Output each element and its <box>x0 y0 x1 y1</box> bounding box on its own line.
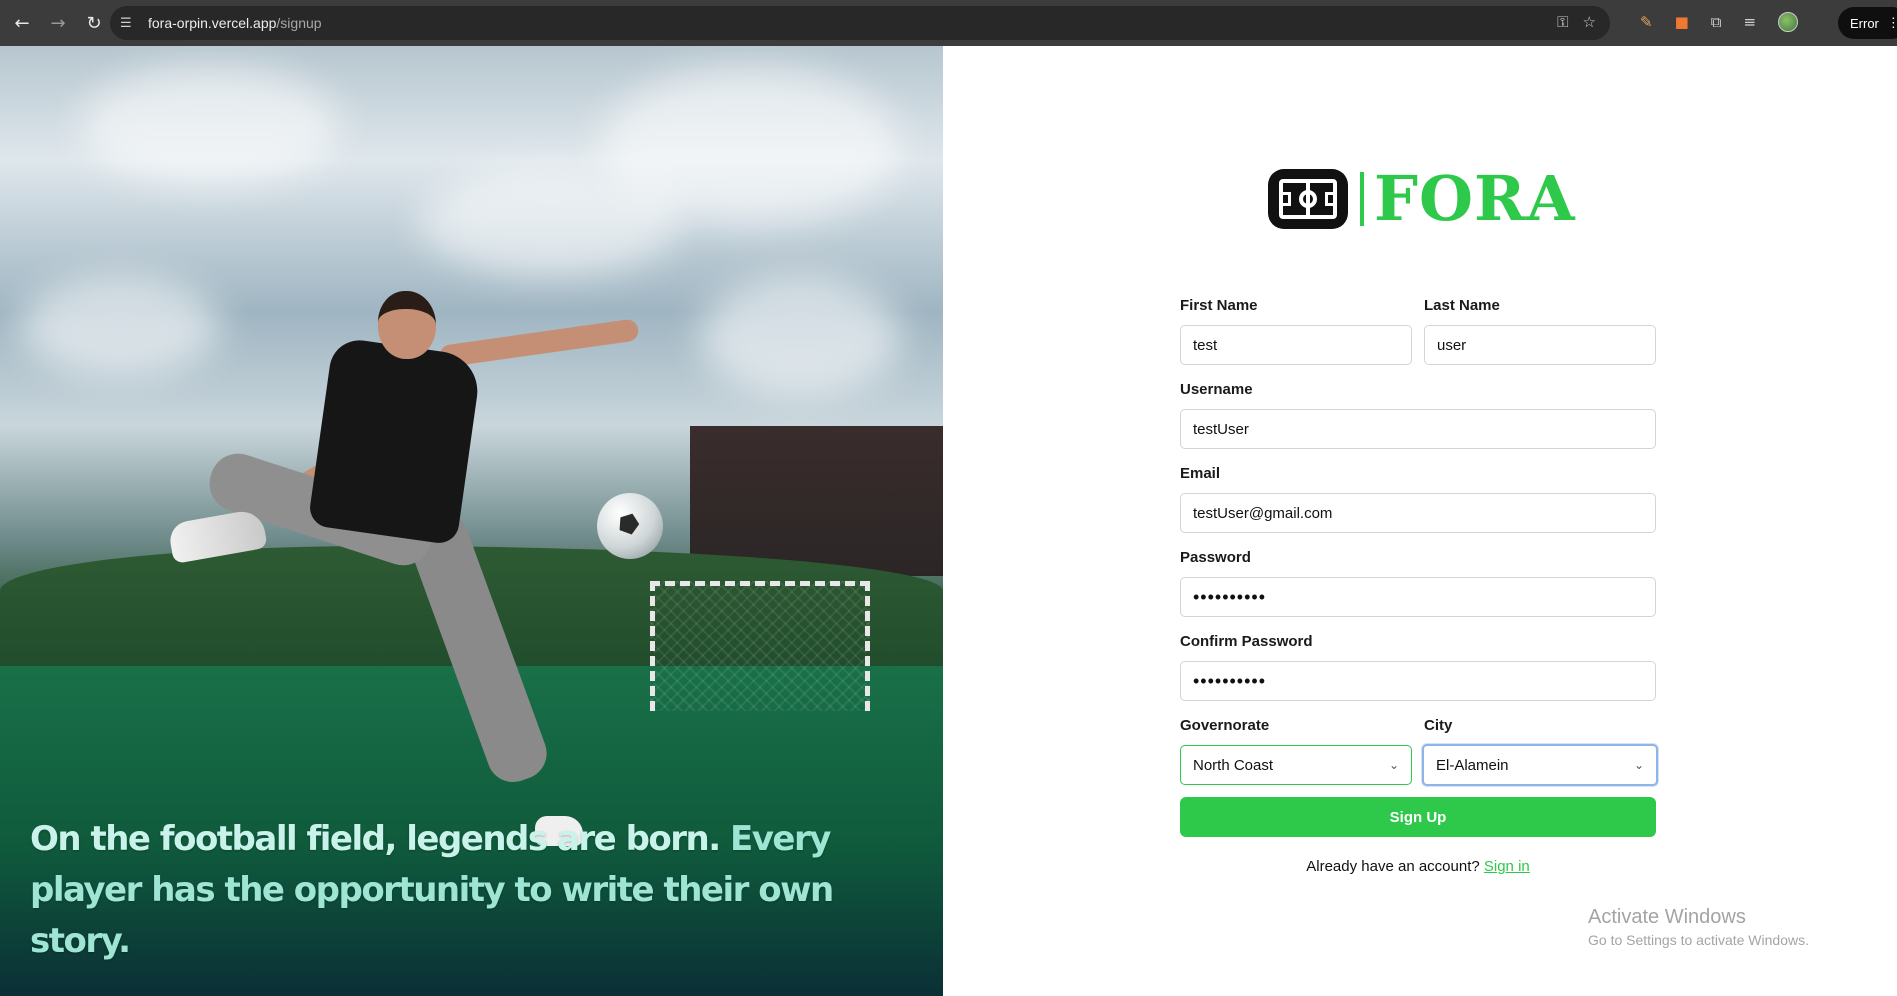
city-select[interactable]: El-Alamein ⌄ <box>1422 744 1658 786</box>
password-label: Password <box>1180 549 1251 566</box>
watermark-subtitle: Go to Settings to activate Windows. <box>1588 932 1809 948</box>
orange-extension-icon[interactable]: ■ <box>1675 13 1689 31</box>
sign-in-link[interactable]: Sign in <box>1484 858 1530 875</box>
chevron-down-icon: ⌄ <box>1388 758 1399 772</box>
email-label: Email <box>1180 465 1221 482</box>
browser-toolbar: ← → ↻ ☰ fora-orpin.vercel.app/signup ⚿ ☆… <box>0 0 1897 46</box>
confirm-password-input[interactable]: •••••••••• <box>1180 661 1656 701</box>
signin-prompt: Already have an account? Sign in <box>1306 858 1530 875</box>
city-value: El-Alamein <box>1436 756 1509 774</box>
sign-up-button[interactable]: Sign Up <box>1180 797 1656 837</box>
pen-extension-icon[interactable]: ✎ <box>1640 13 1653 31</box>
site-settings-icon[interactable]: ☰ <box>120 16 142 31</box>
username-label: Username <box>1180 381 1253 398</box>
media-icon[interactable]: ≡ <box>1743 13 1756 31</box>
last-name-input[interactable]: user <box>1424 325 1656 365</box>
pitch-logo-icon <box>1268 169 1348 229</box>
password-input[interactable]: •••••••••• <box>1180 577 1656 617</box>
address-bar[interactable]: ☰ fora-orpin.vercel.app/signup ⚿ ☆ <box>110 6 1610 40</box>
key-icon[interactable]: ⚿ <box>1557 13 1568 31</box>
profile-avatar[interactable] <box>1778 12 1799 32</box>
first-name-input[interactable]: test <box>1180 325 1412 365</box>
star-icon[interactable]: ☆ <box>1583 13 1596 31</box>
reload-icon[interactable]: ↻ <box>80 9 108 37</box>
url-host: fora-orpin.vercel.app <box>148 15 277 31</box>
last-name-label: Last Name <box>1424 297 1500 314</box>
first-name-label: First Name <box>1180 297 1258 314</box>
back-icon[interactable]: ← <box>8 9 36 37</box>
city-label: City <box>1424 717 1453 734</box>
chevron-down-icon: ⌄ <box>1633 758 1644 772</box>
windows-activation-watermark: Activate Windows Go to Settings to activ… <box>1588 906 1809 948</box>
kebab-menu-icon[interactable]: ⋮ <box>1887 15 1897 31</box>
forward-icon[interactable]: → <box>44 9 72 37</box>
error-badge[interactable]: Error ⋮ <box>1838 7 1897 39</box>
governorate-value: North Coast <box>1193 756 1274 774</box>
brand-name: FORA <box>1374 162 1576 235</box>
email-input[interactable]: testUser@gmail.com <box>1180 493 1656 533</box>
puzzle-icon[interactable]: ⧉ <box>1711 13 1722 31</box>
governorate-select[interactable]: North Coast ⌄ <box>1180 745 1412 785</box>
confirm-password-label: Confirm Password <box>1180 633 1313 650</box>
goal-net <box>650 581 870 711</box>
error-label: Error <box>1850 15 1879 31</box>
governorate-label: Governorate <box>1180 717 1270 734</box>
hero-quote: On the football field, legends are born.… <box>30 819 834 961</box>
player <box>307 336 483 546</box>
brand-logo: FORA <box>1268 162 1576 235</box>
hero-image: On the football field, legends are born.… <box>0 46 943 996</box>
watermark-title: Activate Windows <box>1588 906 1746 928</box>
url-path: /signup <box>276 15 322 31</box>
username-input[interactable]: testUser <box>1180 409 1656 449</box>
soccer-ball <box>597 493 663 559</box>
